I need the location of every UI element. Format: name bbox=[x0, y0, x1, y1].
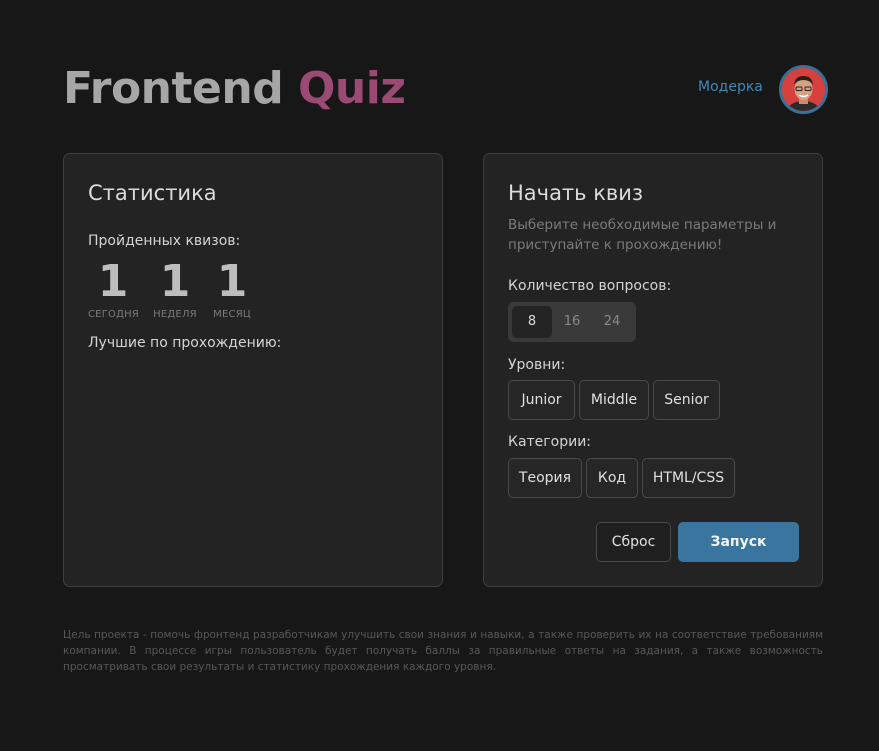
project-description: Цель проекта - помочь фронтенд разработч… bbox=[63, 629, 823, 673]
category-theory-toggle[interactable]: Теория bbox=[508, 458, 582, 498]
stat-month: 1 МЕСЯЦ bbox=[207, 256, 257, 321]
question-count-option-24[interactable]: 24 bbox=[592, 306, 632, 338]
question-count-option-16[interactable]: 16 bbox=[552, 306, 592, 338]
start-quiz-title: Начать квиз bbox=[508, 181, 644, 205]
question-count-option-8[interactable]: 8 bbox=[512, 306, 552, 338]
questions-count-selector: 8 16 24 bbox=[508, 302, 636, 342]
app-logo[interactable]: Frontend Quiz bbox=[63, 62, 406, 116]
level-middle-toggle[interactable]: Middle bbox=[579, 380, 649, 420]
stat-value: 1 bbox=[97, 256, 129, 307]
level-senior-toggle[interactable]: Senior bbox=[653, 380, 720, 420]
app-root: Frontend Quiz Модерка Статистика Пройден… bbox=[0, 0, 879, 751]
best-results-label: Лучшие по прохождению: bbox=[88, 335, 282, 351]
user-avatar-icon bbox=[782, 68, 825, 111]
logo-word-quiz: Quiz bbox=[298, 63, 406, 114]
completed-quizzes-label: Пройденных квизов: bbox=[88, 233, 241, 249]
avatar[interactable] bbox=[779, 65, 828, 114]
start-quiz-card: Начать квиз Выберите необходимые парамет… bbox=[483, 153, 823, 587]
stats-card: Статистика Пройденных квизов: 1 СЕГОДНЯ … bbox=[63, 153, 443, 587]
user-name-link[interactable]: Модерка bbox=[698, 79, 763, 95]
stats-title: Статистика bbox=[88, 181, 217, 205]
questions-count-label: Количество вопросов: bbox=[508, 278, 672, 294]
categories-label: Категории: bbox=[508, 434, 592, 450]
levels-label: Уровни: bbox=[508, 357, 566, 373]
stat-value: 1 bbox=[216, 256, 248, 307]
stat-caption: МЕСЯЦ bbox=[213, 309, 251, 320]
level-junior-toggle[interactable]: Junior bbox=[508, 380, 575, 420]
stat-value: 1 bbox=[159, 256, 191, 307]
logo-word-frontend: Frontend bbox=[63, 63, 284, 114]
reset-button[interactable]: Сброс bbox=[596, 522, 671, 562]
stat-today: 1 СЕГОДНЯ bbox=[88, 256, 139, 321]
start-quiz-subtitle: Выберите необходимые параметры и приступ… bbox=[508, 217, 777, 253]
start-button[interactable]: Запуск bbox=[678, 522, 799, 562]
stat-week: 1 НЕДЕЛЯ bbox=[150, 256, 200, 321]
stat-caption: СЕГОДНЯ bbox=[88, 309, 139, 320]
stat-caption: НЕДЕЛЯ bbox=[153, 309, 197, 320]
category-code-toggle[interactable]: Код bbox=[586, 458, 638, 498]
category-htmlcss-toggle[interactable]: HTML/CSS bbox=[642, 458, 735, 498]
